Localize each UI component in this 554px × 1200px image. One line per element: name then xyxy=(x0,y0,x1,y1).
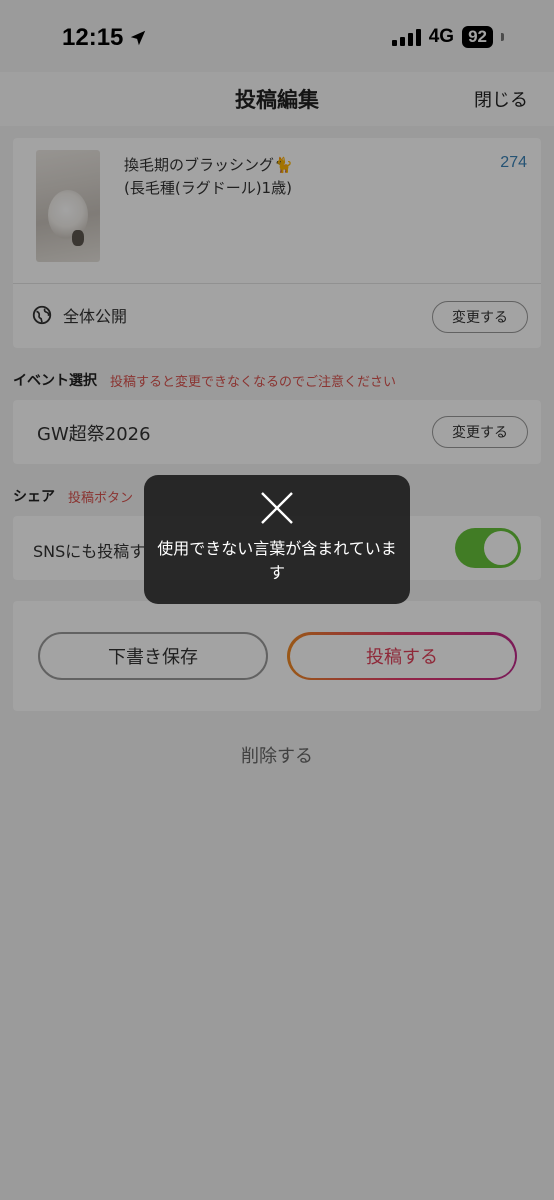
error-toast: 使用できない言葉が含まれています xyxy=(144,475,410,604)
toast-message: 使用できない言葉が含まれています xyxy=(157,539,397,582)
close-x-icon xyxy=(261,492,293,524)
screen: 12:15 4G 92 投稿編集 閉じる 換毛期のブラッシング🐈 (長毛種(ラグ… xyxy=(0,0,554,1200)
